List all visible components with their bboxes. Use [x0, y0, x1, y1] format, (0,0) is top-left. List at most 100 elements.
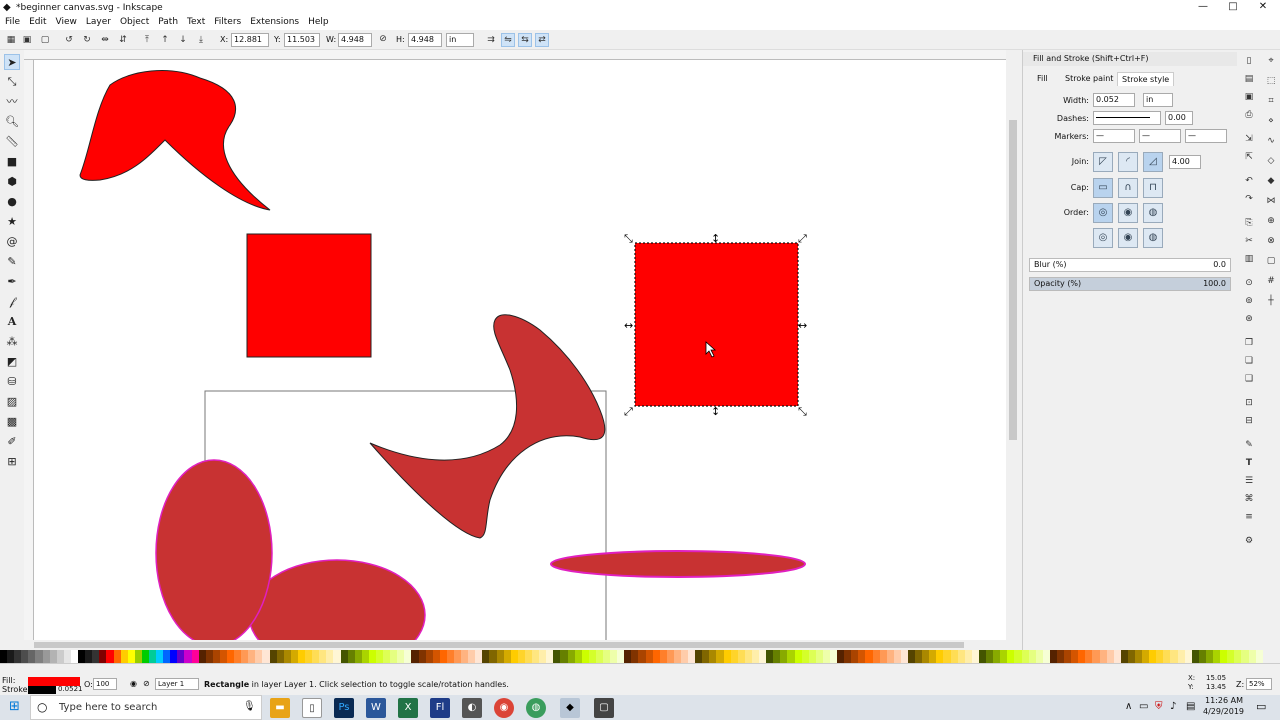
palette-swatch[interactable] — [1198, 650, 1206, 663]
palette-swatch[interactable] — [269, 650, 277, 663]
redo-icon[interactable]: ↷ — [1242, 192, 1256, 206]
order-stroke-fill-button[interactable]: ◉ — [1118, 203, 1138, 223]
palette-swatch[interactable] — [822, 650, 830, 663]
network-icon[interactable]: ▭ — [1139, 701, 1148, 712]
butt-cap-button[interactable]: ▭ — [1093, 178, 1113, 198]
dark-red-flat-ellipse[interactable] — [550, 550, 806, 578]
palette-swatch[interactable] — [496, 650, 504, 663]
palette-swatch[interactable] — [652, 650, 660, 663]
palette-swatch[interactable] — [1056, 650, 1065, 663]
chrome-icon[interactable]: ◉ — [494, 698, 514, 718]
palette-swatch[interactable] — [1142, 650, 1150, 663]
snap-bbox-edges-icon[interactable]: ⌗ — [1264, 94, 1278, 108]
palette-swatch[interactable] — [1042, 650, 1050, 663]
menu-view[interactable]: View — [56, 16, 77, 30]
stroke-swatch[interactable] — [28, 686, 56, 694]
palette-swatch[interactable] — [1205, 650, 1214, 663]
fill-stroke-icon[interactable]: ✎ — [1242, 438, 1256, 452]
palette-swatch[interactable] — [1120, 650, 1128, 663]
clone-icon[interactable]: ❏ — [1242, 354, 1256, 368]
palette-swatch[interactable] — [1135, 650, 1143, 663]
dark-red-round-shape[interactable] — [248, 559, 426, 640]
tray-chevron-icon[interactable]: ∧ — [1125, 701, 1132, 712]
word-icon[interactable]: W — [366, 698, 386, 718]
palette-swatch[interactable] — [922, 650, 930, 663]
palette-swatch[interactable] — [602, 650, 611, 663]
gradient-tool-icon[interactable]: ▨ — [4, 394, 20, 410]
xml-editor-icon[interactable]: ⌘ — [1242, 492, 1256, 506]
palette-swatch[interactable] — [773, 650, 781, 663]
rotate-cw-icon[interactable]: ↻ — [80, 33, 94, 47]
palette-swatch[interactable] — [851, 650, 859, 663]
y-field[interactable]: 11.503 — [284, 33, 320, 47]
palette-swatch[interactable] — [879, 650, 887, 663]
palette-swatch[interactable] — [1106, 650, 1114, 663]
snap-center-icon[interactable]: ⊕ — [1264, 214, 1278, 228]
palette-swatch[interactable] — [1078, 650, 1086, 663]
snap-nodes-icon[interactable]: ⋄ — [1264, 114, 1278, 128]
eraser-tool-icon[interactable]: ◩ — [4, 354, 20, 370]
menu-text[interactable]: Text — [187, 16, 205, 30]
palette-swatch[interactable] — [617, 650, 625, 663]
menu-help[interactable]: Help — [308, 16, 329, 30]
menu-filters[interactable]: Filters — [214, 16, 241, 30]
palette-swatch[interactable] — [766, 650, 774, 663]
vertical-scrollbar[interactable] — [1006, 50, 1020, 640]
palette-swatch[interactable] — [219, 650, 227, 663]
palette-swatch[interactable] — [482, 650, 490, 663]
menu-file[interactable]: File — [5, 16, 20, 30]
palette-swatch[interactable] — [659, 650, 667, 663]
palette-swatch[interactable] — [340, 650, 348, 663]
volume-icon[interactable]: ♪ — [1170, 701, 1176, 712]
minimize-button[interactable]: — — [1190, 0, 1216, 16]
palette-swatch[interactable] — [1028, 650, 1036, 663]
palette-swatch[interactable] — [255, 650, 263, 663]
dashes-select[interactable] — [1093, 111, 1161, 125]
inkscape-taskbar-icon[interactable]: ◆ — [560, 698, 580, 718]
palette-swatch[interactable] — [1156, 650, 1164, 663]
palette-swatch[interactable] — [248, 650, 256, 663]
palette-swatch[interactable] — [227, 650, 235, 663]
palette-swatch[interactable] — [1213, 650, 1221, 663]
palette-swatch[interactable] — [56, 650, 64, 663]
palette-swatch[interactable] — [290, 650, 298, 663]
palette-swatch[interactable] — [333, 650, 341, 663]
palette-swatch[interactable] — [858, 650, 866, 663]
palette-swatch[interactable] — [262, 650, 270, 663]
measure-tool-icon[interactable]: 📏︎ — [4, 134, 20, 150]
snap-paths-icon[interactable]: ∿ — [1264, 134, 1278, 148]
palette-swatch[interactable] — [915, 650, 923, 663]
color-palette[interactable] — [0, 650, 1280, 663]
browser-icon[interactable]: ◍ — [526, 698, 546, 718]
palette-swatch[interactable] — [815, 650, 823, 663]
node-tool-icon[interactable]: ⤡ — [4, 74, 20, 90]
palette-swatch[interactable] — [688, 650, 696, 663]
palette-swatch[interactable] — [14, 650, 22, 663]
palette-swatch[interactable] — [1035, 650, 1043, 663]
menu-extensions[interactable]: Extensions — [250, 16, 299, 30]
window-taskbar-icon[interactable]: ▢ — [594, 698, 614, 718]
order-fill-markers-button[interactable]: ◍ — [1143, 203, 1163, 223]
round-join-button[interactable]: ◜ — [1118, 152, 1138, 172]
zoom-page-icon[interactable]: ⊛ — [1242, 312, 1256, 326]
palette-swatch[interactable] — [319, 650, 327, 663]
palette-swatch[interactable] — [234, 650, 242, 663]
palette-swatch[interactable] — [305, 650, 313, 663]
photoshop-icon[interactable]: Ps — [334, 698, 354, 718]
w-field[interactable]: 4.948 — [338, 33, 372, 47]
palette-swatch[interactable] — [404, 650, 412, 663]
palette-swatch[interactable] — [943, 650, 951, 663]
palette-swatch[interactable] — [929, 650, 937, 663]
palette-swatch[interactable] — [865, 650, 873, 663]
layer-select[interactable]: Layer 1 — [155, 678, 199, 690]
palette-swatch[interactable] — [191, 650, 199, 663]
palette-swatch[interactable] — [1248, 650, 1256, 663]
palette-swatch[interactable] — [638, 650, 646, 663]
palette-swatch[interactable] — [702, 650, 710, 663]
chat-icon[interactable]: ▤ — [1186, 701, 1195, 712]
snap-rotation-icon[interactable]: ⊗ — [1264, 234, 1278, 248]
palette-swatch[interactable] — [432, 650, 440, 663]
palette-swatch[interactable] — [1184, 650, 1192, 663]
tweak-tool-icon[interactable]: 〰 — [4, 94, 20, 110]
notepad-icon[interactable]: ▯ — [302, 698, 322, 718]
